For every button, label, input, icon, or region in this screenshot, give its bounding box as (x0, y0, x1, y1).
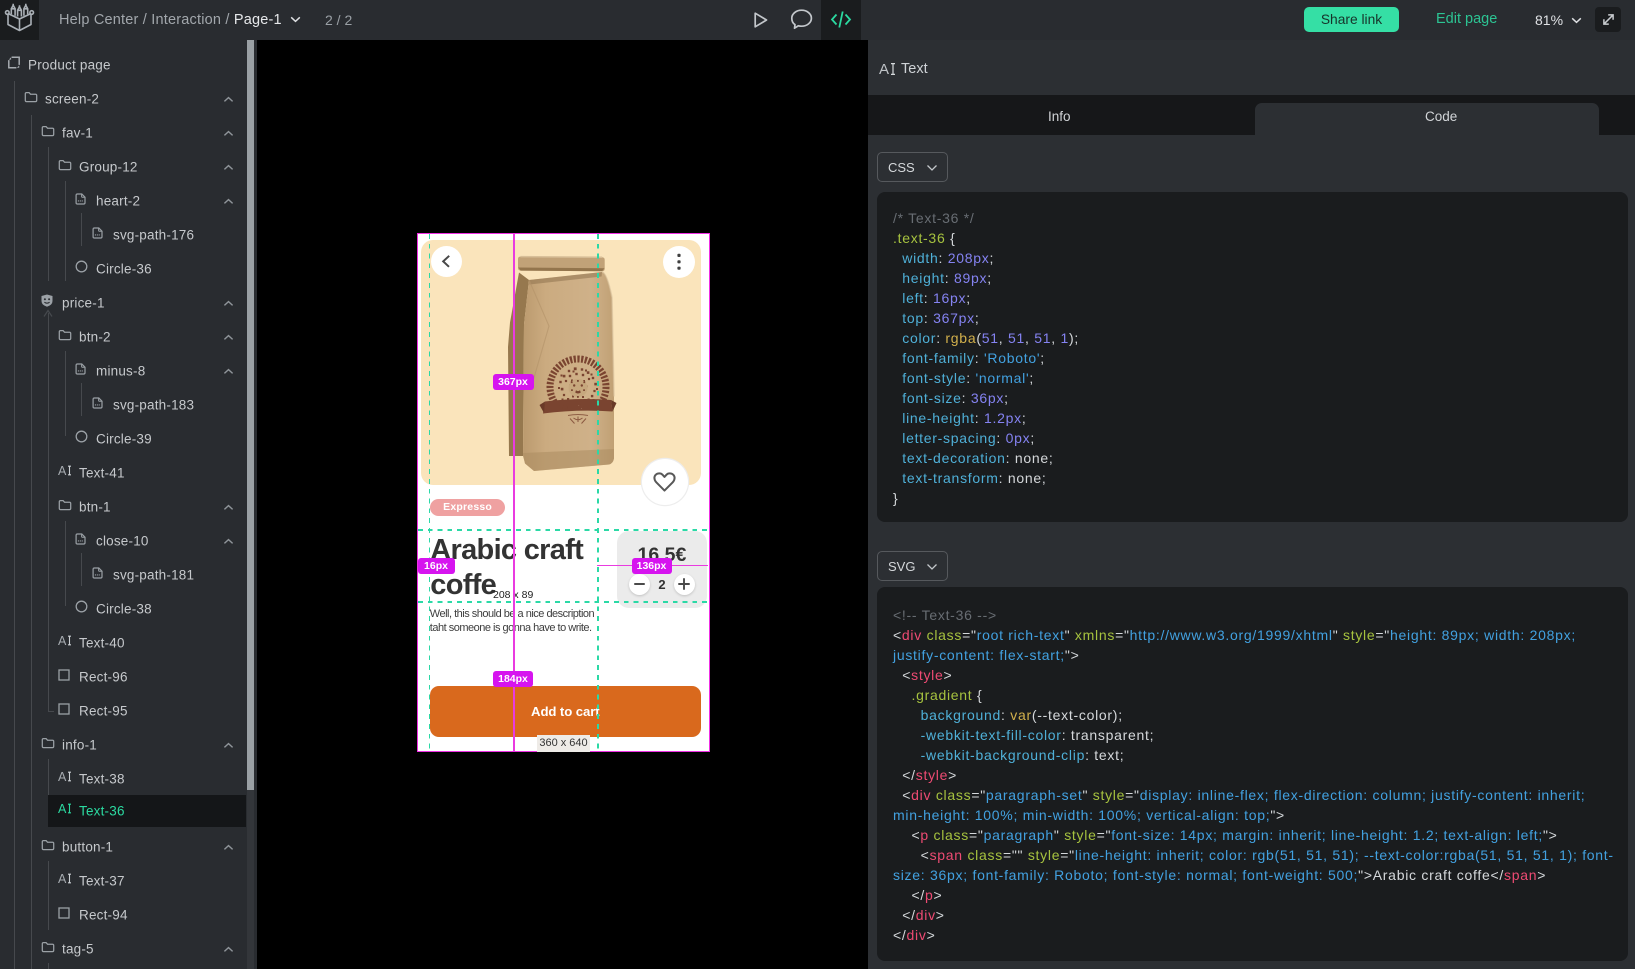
svg-text:A: A (58, 802, 67, 815)
svg-text:HABI NAHU: HABI NAHU (557, 404, 598, 411)
svg-text:A: A (58, 464, 67, 477)
svg-text:A: A (58, 770, 67, 783)
svg-text:A: A (58, 634, 67, 647)
svg-text:A: A (879, 61, 889, 77)
svg-text:A: A (58, 872, 67, 885)
